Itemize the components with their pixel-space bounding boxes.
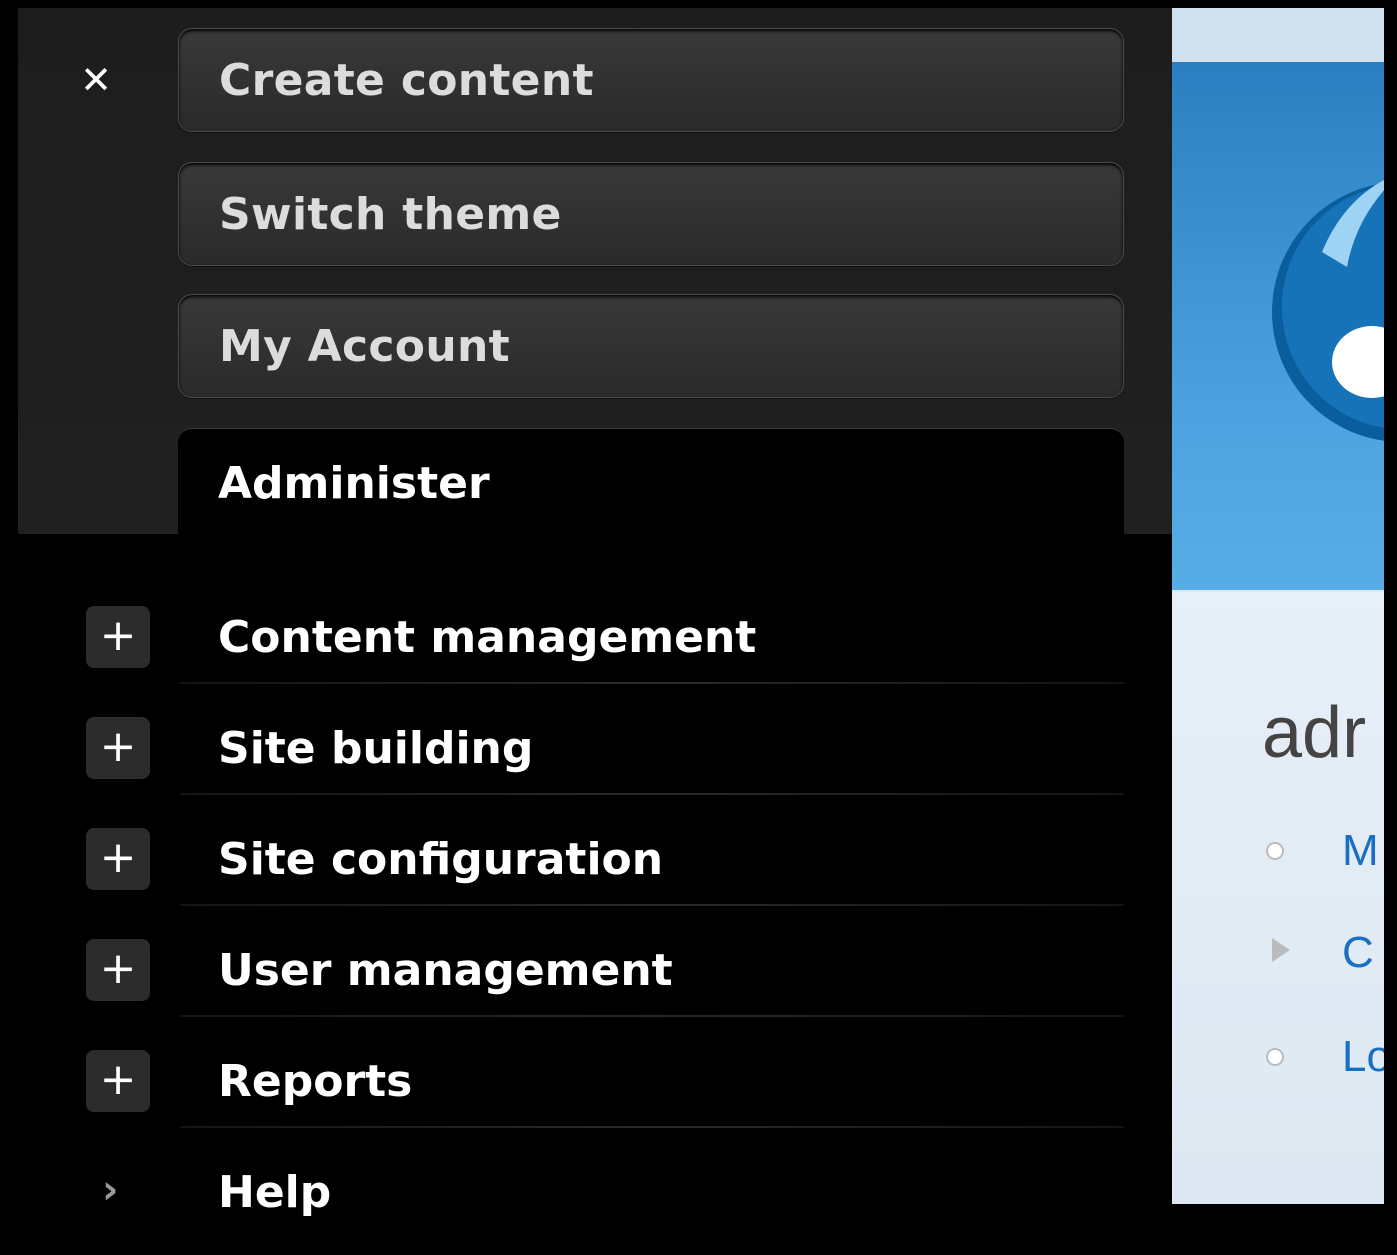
- menu-item-help[interactable]: › Help: [0, 1145, 1172, 1255]
- menu-item-content-management[interactable]: + Content management: [0, 590, 1172, 700]
- menu-item-label[interactable]: Content management: [218, 598, 756, 678]
- page-title: adr: [1262, 693, 1367, 773]
- site-link-my-account[interactable]: M: [1342, 826, 1379, 876]
- menu-item-site-building[interactable]: + Site building: [0, 701, 1172, 811]
- window-edge: [1384, 0, 1397, 1204]
- admin-panel: ✕ Create content Switch theme My Account…: [0, 0, 1172, 1218]
- tab-my-account[interactable]: My Account: [178, 294, 1124, 398]
- divider: [180, 1126, 1124, 1128]
- expand-plus-icon[interactable]: +: [86, 1050, 150, 1112]
- expand-plus-icon[interactable]: +: [86, 828, 150, 890]
- tab-administer[interactable]: Administer: [178, 428, 1124, 558]
- site-page: adr M C Lo: [1172, 8, 1384, 1204]
- menu-item-label[interactable]: Site configuration: [218, 820, 663, 900]
- circle-bullet-icon: [1266, 1048, 1284, 1066]
- tab-create-content[interactable]: Create content: [178, 28, 1124, 132]
- close-icon[interactable]: ✕: [76, 58, 116, 102]
- menu-item-label[interactable]: Help: [218, 1153, 331, 1233]
- divider: [180, 1015, 1124, 1017]
- drupal-logo-icon[interactable]: [1172, 62, 1384, 590]
- menu-item-label[interactable]: Site building: [218, 709, 533, 789]
- triangle-bullet-icon: [1272, 938, 1290, 962]
- chevron-right-icon: ›: [102, 1167, 119, 1213]
- site-header: [1172, 62, 1384, 590]
- site-link-logout[interactable]: Lo: [1342, 1032, 1384, 1082]
- menu-item-reports[interactable]: + Reports: [0, 1034, 1172, 1144]
- divider: [180, 682, 1124, 684]
- menu-item-site-configuration[interactable]: + Site configuration: [0, 812, 1172, 922]
- expand-plus-icon[interactable]: +: [86, 717, 150, 779]
- menu-item-user-management[interactable]: + User management: [0, 923, 1172, 1033]
- expand-plus-icon[interactable]: +: [86, 939, 150, 1001]
- menu-item-label[interactable]: Reports: [218, 1042, 412, 1122]
- circle-bullet-icon: [1266, 842, 1284, 860]
- expand-plus-icon[interactable]: +: [86, 606, 150, 668]
- site-top-strip: [1172, 8, 1384, 62]
- divider: [180, 904, 1124, 906]
- site-link-create[interactable]: C: [1342, 928, 1374, 978]
- site-content: adr M C Lo: [1172, 592, 1384, 1204]
- menu-item-label[interactable]: User management: [218, 931, 673, 1011]
- tab-switch-theme[interactable]: Switch theme: [178, 162, 1124, 266]
- divider: [180, 793, 1124, 795]
